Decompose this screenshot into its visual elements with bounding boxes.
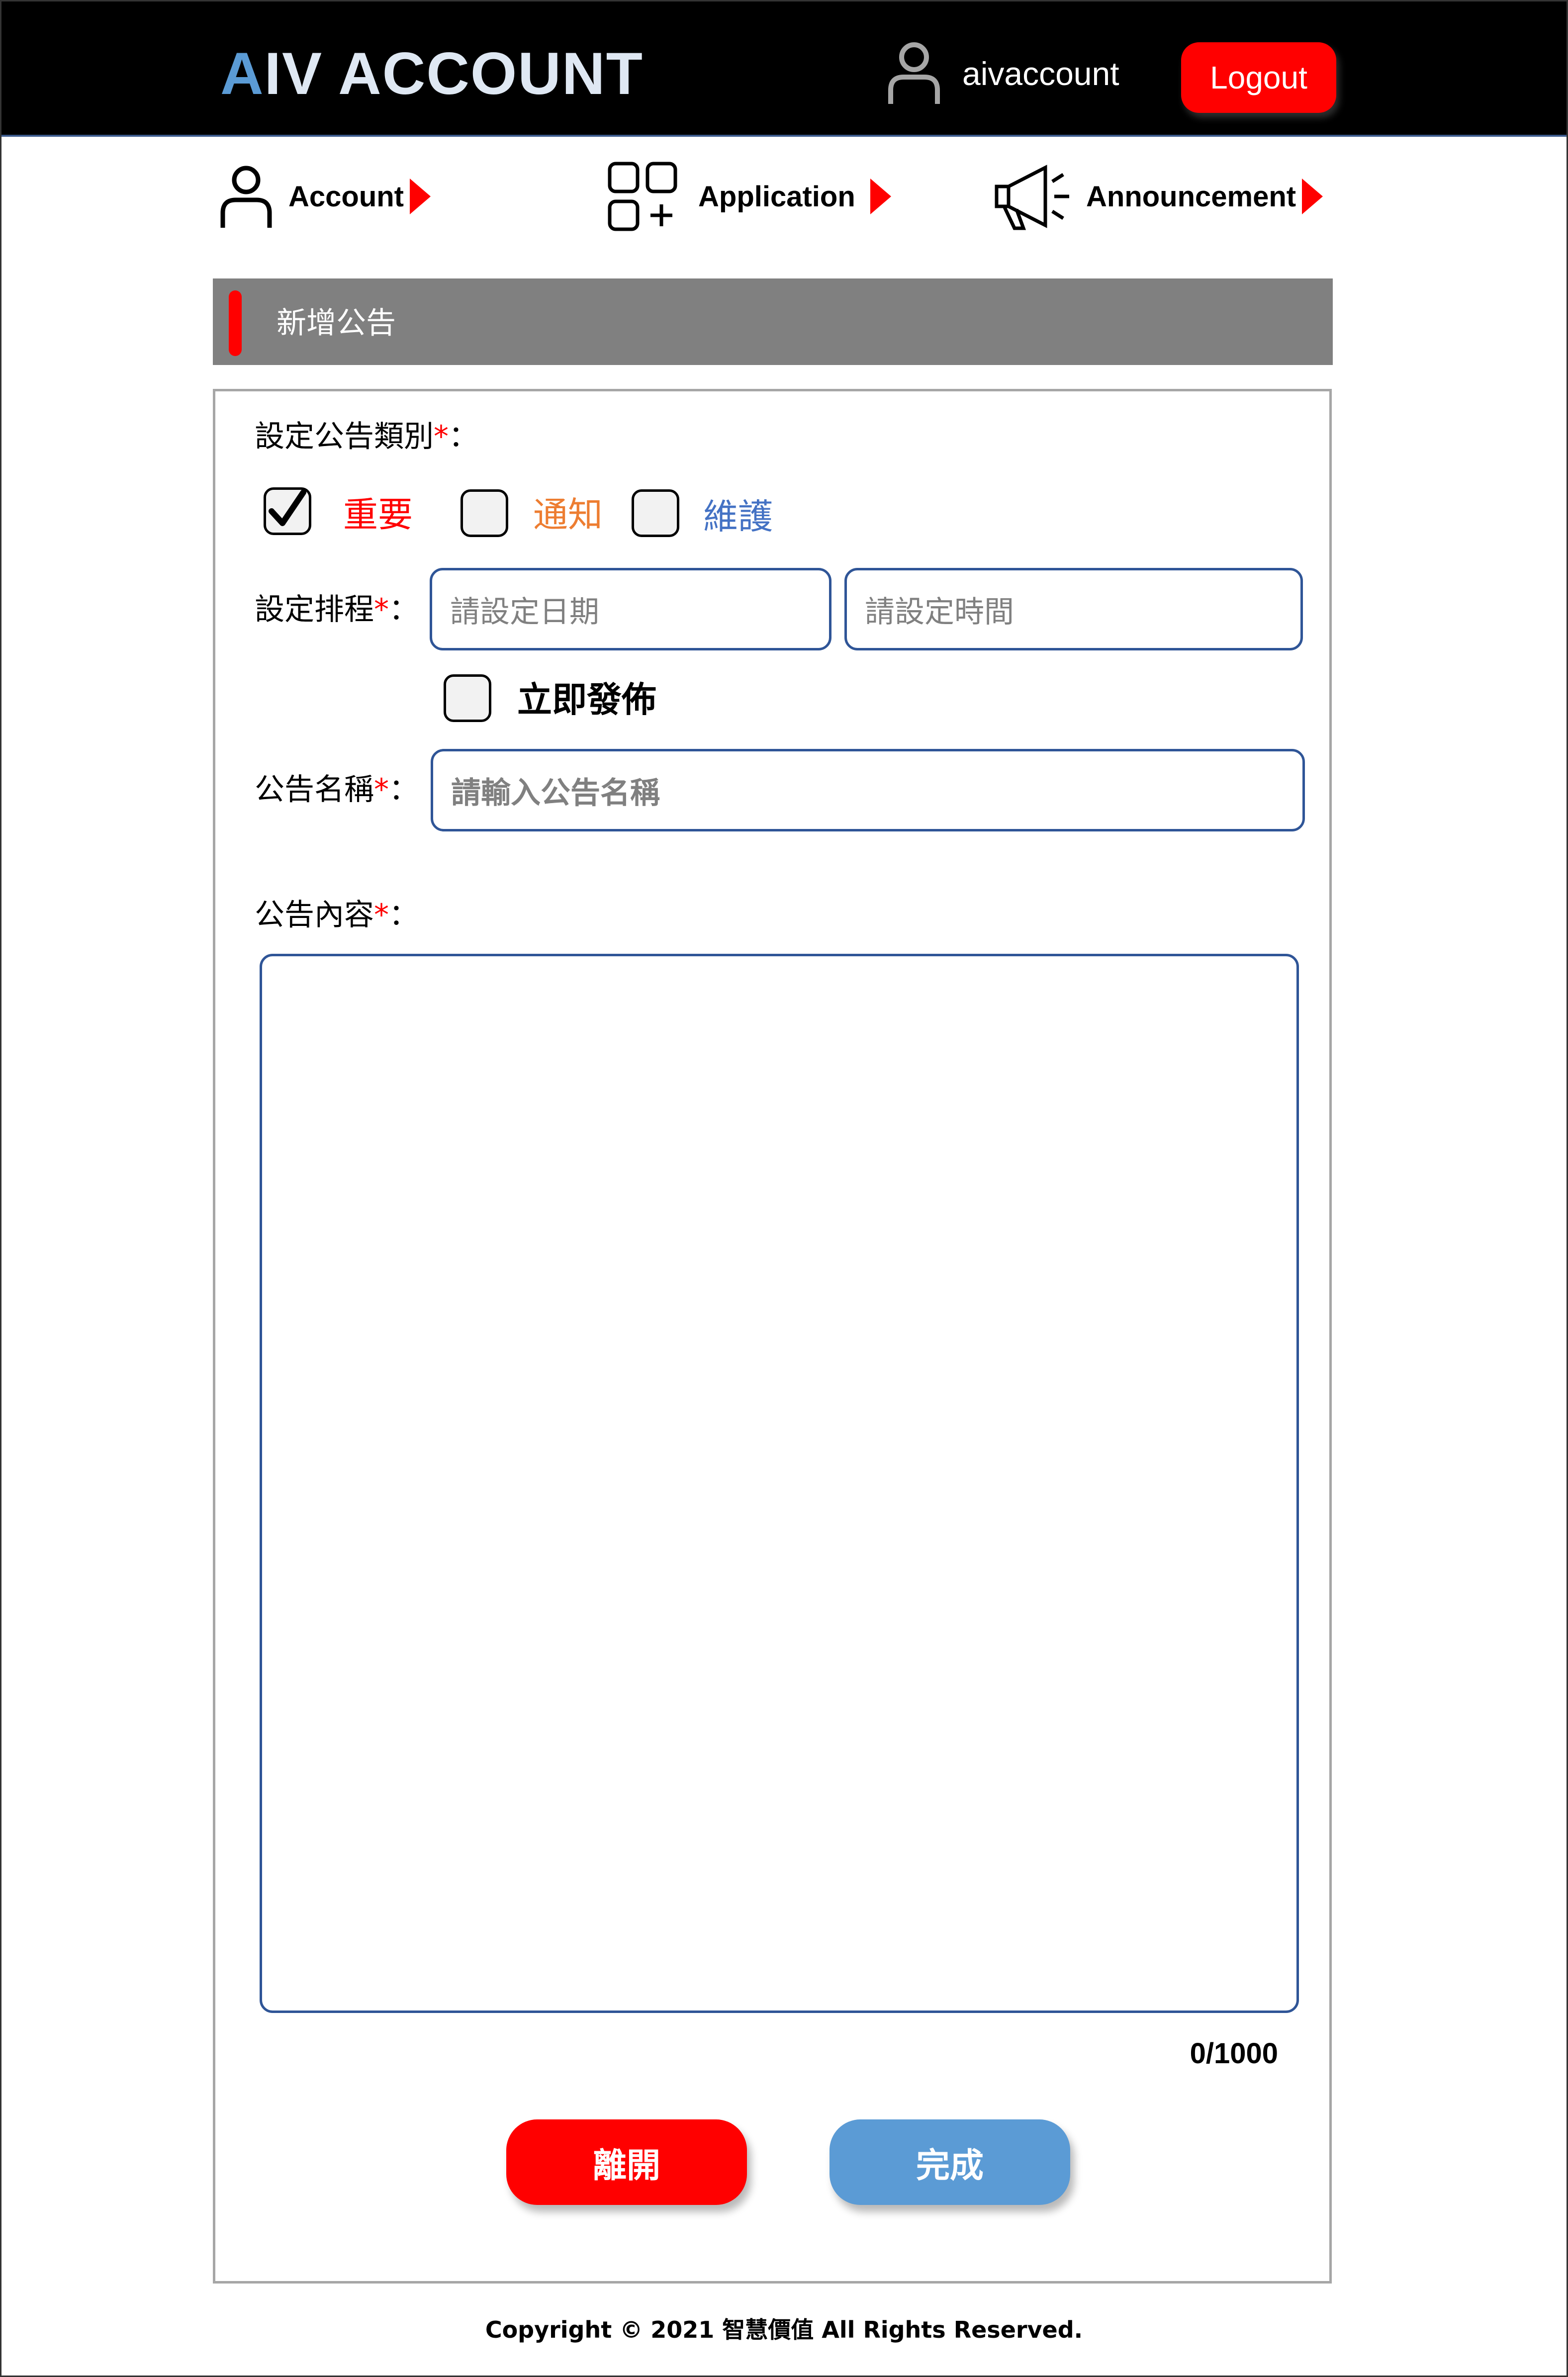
required-mark: * [434, 419, 449, 454]
colon: ： [389, 772, 419, 807]
logo-text: IV ACCOUNT [264, 40, 644, 107]
nav-application-arrow-icon [870, 179, 891, 214]
nav-account[interactable]: Account [219, 159, 431, 234]
content-label-text: 公告內容 [255, 898, 374, 932]
nav-announcement-arrow-icon [1302, 179, 1323, 214]
publish-now-checkbox[interactable] [444, 674, 491, 722]
copyright-text: Copyright © 2021 智慧價值 All Rights Reserve… [485, 2316, 1083, 2343]
category-important-label: 重要 [343, 494, 413, 535]
top-header: AIV ACCOUNT aivaccount Logout [1, 1, 1567, 137]
leave-button[interactable]: 離開 [506, 2119, 747, 2205]
content-label: 公告內容*： [255, 895, 419, 935]
category-important-checkbox[interactable] [264, 487, 311, 535]
time-input[interactable]: 請設定時間 [844, 568, 1303, 650]
announcement-content-textarea[interactable] [260, 954, 1299, 2013]
app-logo[interactable]: AIV ACCOUNT [220, 36, 644, 111]
schedule-label-text: 設定排程 [255, 592, 374, 627]
nav-account-label: Account [288, 180, 404, 213]
logout-button[interactable]: Logout [1181, 42, 1336, 113]
nav-announcement[interactable]: Announcement [994, 159, 1323, 234]
category-label-text: 設定公告類別 [255, 419, 434, 454]
section-title: 新增公告 [277, 306, 396, 341]
date-input[interactable]: 請設定日期 [430, 568, 831, 650]
username-label: aivaccount [962, 55, 1119, 92]
category-notice-checkbox[interactable] [461, 489, 508, 537]
char-counter: 0/1000 [1190, 2037, 1278, 2070]
category-label: 設定公告類別*： [255, 417, 478, 457]
megaphone-icon [995, 165, 1069, 230]
publish-now-label: 立即發佈 [517, 679, 656, 720]
required-mark: * [374, 898, 389, 932]
schedule-label: 設定排程*： [255, 590, 419, 630]
user-icon [888, 42, 940, 104]
nav-application-label: Application [698, 180, 855, 213]
category-notice-label: 通知 [533, 494, 603, 535]
section-header: 新增公告 [213, 278, 1333, 365]
person-icon [220, 166, 272, 228]
announcement-name-input[interactable]: 請輸入公告名稱 [431, 749, 1305, 831]
name-label: 公告名稱*： [255, 770, 419, 810]
done-button[interactable]: 完成 [830, 2119, 1070, 2205]
colon: ： [389, 592, 419, 627]
category-maintenance-checkbox[interactable] [632, 489, 679, 537]
name-label-text: 公告名稱 [255, 772, 374, 807]
nav-account-arrow-icon [410, 179, 431, 214]
section-accent [229, 290, 242, 356]
colon: ： [449, 419, 478, 454]
apps-grid-icon [608, 162, 677, 231]
logo-letter: A [220, 40, 265, 107]
required-mark: * [374, 772, 389, 807]
category-maintenance-label: 維護 [703, 496, 773, 537]
colon: ： [389, 898, 419, 932]
nav-application[interactable]: Application [608, 159, 891, 234]
nav-announcement-label: Announcement [1086, 180, 1296, 213]
required-mark: * [374, 592, 389, 627]
checkmark-icon [269, 489, 306, 526]
